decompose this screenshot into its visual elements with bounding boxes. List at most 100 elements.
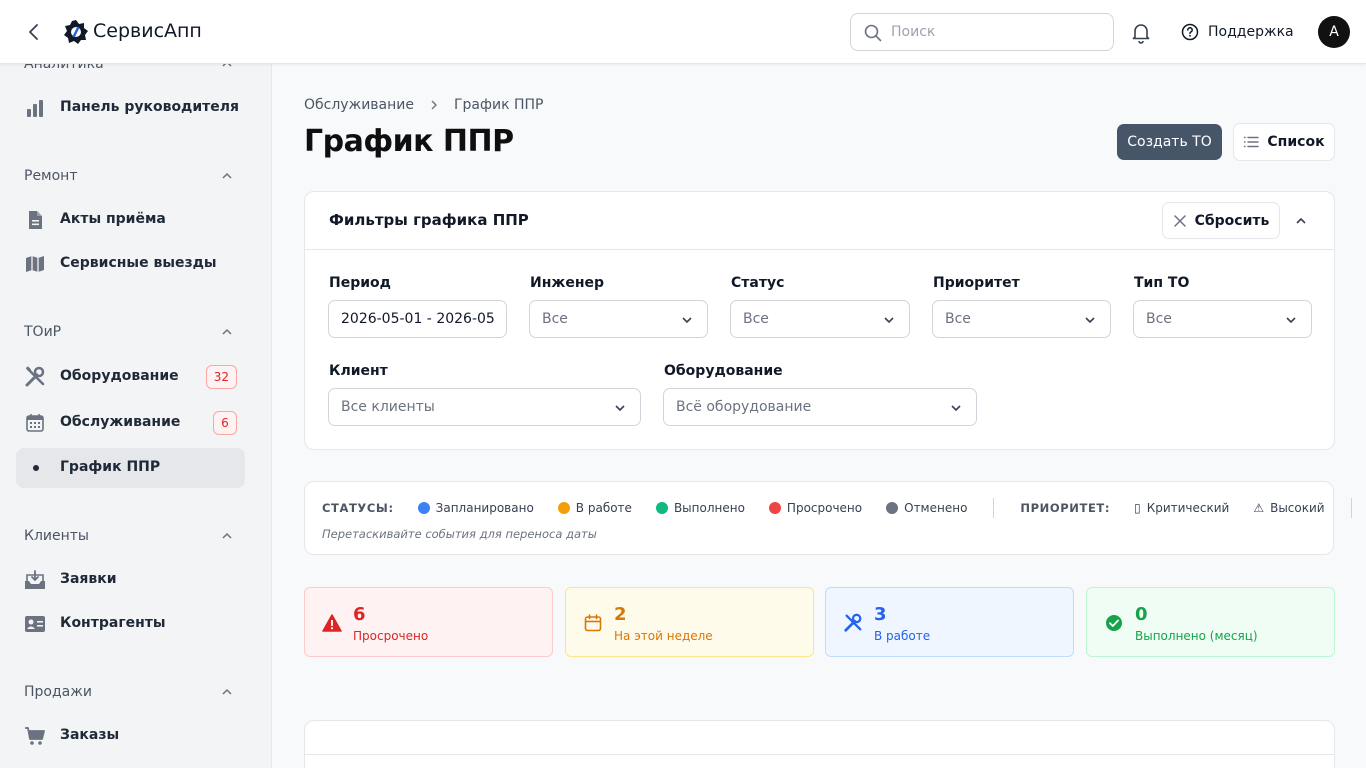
period-input[interactable]: 2026-05-01 - 2026-05	[328, 300, 507, 338]
breadcrumb-current: График ППР	[454, 97, 544, 113]
sidebar: Аналитика Панель руководителя Ремонт Акт…	[0, 64, 272, 768]
search-icon	[864, 24, 882, 42]
legend-label: Выполнено	[673, 501, 745, 515]
user-avatar[interactable]: A	[1318, 16, 1350, 48]
stat-card-overdue[interactable]: 6 Просрочено	[304, 587, 553, 657]
filters-title: Фильтры графика ППР	[329, 211, 529, 229]
engineer-select[interactable]: Все	[529, 300, 708, 338]
sidebar-item-label: Панель руководителя	[60, 99, 240, 115]
filters-header: Фильтры графика ППР Сбросить	[305, 192, 1334, 250]
chevron-down-icon	[1085, 317, 1095, 324]
reset-label: Сбросить	[1194, 212, 1270, 229]
stat-label: На этой неделе	[614, 629, 713, 643]
period-value: 2026-05-01 - 2026-05	[341, 311, 495, 327]
bell-icon[interactable]	[1129, 20, 1153, 44]
sidebar-section-clients[interactable]: Клиенты	[24, 525, 234, 547]
chevron-up-icon[interactable]	[1289, 209, 1313, 233]
maintenance-type-select[interactable]: Все	[1133, 300, 1312, 338]
sidebar-section-analytics[interactable]: Аналитика	[24, 64, 234, 75]
legend-status-cancelled: Отменено	[886, 501, 967, 515]
chevron-up-icon	[222, 172, 232, 179]
sidebar-item-requests[interactable]: Заявки	[16, 560, 245, 600]
sidebar-item-manager-dashboard[interactable]: Панель руководителя	[16, 88, 245, 128]
sidebar-item-maintenance[interactable]: Обслуживание 6	[16, 403, 245, 443]
equipment-label: Оборудование	[664, 363, 783, 379]
priority-title: ПРИОРИТЕТ:	[1020, 501, 1111, 515]
period-label: Период	[329, 275, 391, 291]
sidebar-section-sales[interactable]: Продажи	[24, 681, 234, 703]
stat-card-this-week[interactable]: 2 На этой неделе	[565, 587, 814, 657]
reset-filters-button[interactable]: Сбросить	[1162, 202, 1280, 239]
status-value: Все	[743, 311, 769, 327]
chevron-up-icon	[222, 688, 232, 695]
stat-value: 0	[1135, 604, 1148, 625]
sidebar-item-label: График ППР	[60, 459, 161, 475]
legend-label: Запланировано	[435, 501, 534, 515]
back-arrow-icon[interactable]	[22, 20, 46, 44]
warning-icon: ⚠	[1253, 501, 1265, 515]
sidebar-item-orders[interactable]: Заказы	[16, 716, 245, 756]
legend-priority-critical: ▯ Критический	[1134, 501, 1229, 515]
client-value: Все клиенты	[341, 399, 435, 415]
check-circle-icon	[1103, 612, 1125, 634]
sidebar-section-repair[interactable]: Ремонт	[24, 165, 234, 187]
tools-icon	[842, 612, 864, 634]
legend-divider	[993, 498, 995, 518]
status-label: Статус	[731, 275, 785, 291]
chevron-right-icon	[426, 99, 442, 111]
sidebar-section-title: ТОиР	[24, 324, 62, 340]
chevron-up-icon	[222, 328, 232, 335]
sidebar-section-title: Аналитика	[24, 64, 104, 72]
app-logo-icon[interactable]	[63, 19, 89, 45]
list-icon	[1244, 136, 1260, 148]
app-name[interactable]: СервисАпп	[93, 20, 202, 42]
status-dot	[417, 502, 430, 514]
search-box[interactable]	[850, 13, 1114, 51]
legend-status-planned: Запланировано	[417, 501, 534, 515]
legend-label: Критический	[1146, 501, 1230, 515]
inbox-icon	[24, 569, 46, 591]
stat-value: 2	[614, 604, 627, 625]
breadcrumb: Обслуживание График ППР	[304, 97, 543, 113]
legend-panel: СТАТУСЫ: Запланировано В работе Выполнен…	[304, 481, 1352, 555]
stat-label: Выполнено (месяц)	[1135, 629, 1258, 643]
statuses-title: СТАТУСЫ:	[322, 501, 394, 515]
stat-card-done-month[interactable]: 0 Выполнено (месяц)	[1086, 587, 1335, 657]
list-view-button[interactable]: Список	[1233, 123, 1335, 161]
engineer-value: Все	[542, 311, 568, 327]
help-circle-icon	[1181, 23, 1199, 41]
client-select[interactable]: Все клиенты	[328, 388, 641, 426]
tools-icon	[24, 366, 46, 388]
sidebar-item-acceptance-acts[interactable]: Акты приёма	[16, 200, 245, 240]
sidebar-section-toir[interactable]: ТОиР	[24, 321, 234, 343]
support-link[interactable]: Поддержка	[1181, 20, 1294, 44]
status-dot	[655, 502, 668, 514]
status-dot	[886, 502, 899, 514]
sidebar-item-label: Заказы	[60, 727, 120, 743]
sidebar-item-service-visits[interactable]: Сервисные выезды	[16, 244, 245, 284]
map-icon	[24, 253, 46, 275]
stat-value: 3	[874, 604, 887, 625]
status-dot	[768, 502, 781, 514]
calendar-icon	[582, 612, 604, 634]
close-icon	[1173, 214, 1186, 227]
stat-label: Просрочено	[353, 629, 429, 643]
priority-select[interactable]: Все	[932, 300, 1111, 338]
drag-hint: Перетаскивайте события для переноса даты	[322, 527, 597, 541]
status-select[interactable]: Все	[730, 300, 910, 338]
search-input[interactable]	[891, 22, 1101, 42]
legend-label: Просрочено	[786, 501, 863, 515]
sidebar-item-ppr-schedule[interactable]: График ППР	[16, 448, 245, 488]
chevron-down-icon	[884, 317, 894, 324]
stat-card-in-progress[interactable]: 3 В работе	[825, 587, 1074, 657]
sidebar-item-equipment[interactable]: Оборудование 32	[16, 357, 245, 397]
filters-panel: Фильтры графика ППР Сбросить Период 2026…	[304, 191, 1335, 450]
cart-icon	[24, 725, 46, 747]
sidebar-item-counterparties[interactable]: Контрагенты	[16, 604, 245, 644]
breadcrumb-parent-link[interactable]: Обслуживание	[304, 97, 414, 113]
sidebar-item-label: Заявки	[60, 571, 117, 587]
create-maintenance-button[interactable]: Создать ТО	[1117, 124, 1222, 160]
equipment-select[interactable]: Всё оборудование	[663, 388, 977, 426]
sidebar-item-label: Обслуживание	[60, 414, 181, 430]
engineer-label: Инженер	[530, 275, 605, 291]
